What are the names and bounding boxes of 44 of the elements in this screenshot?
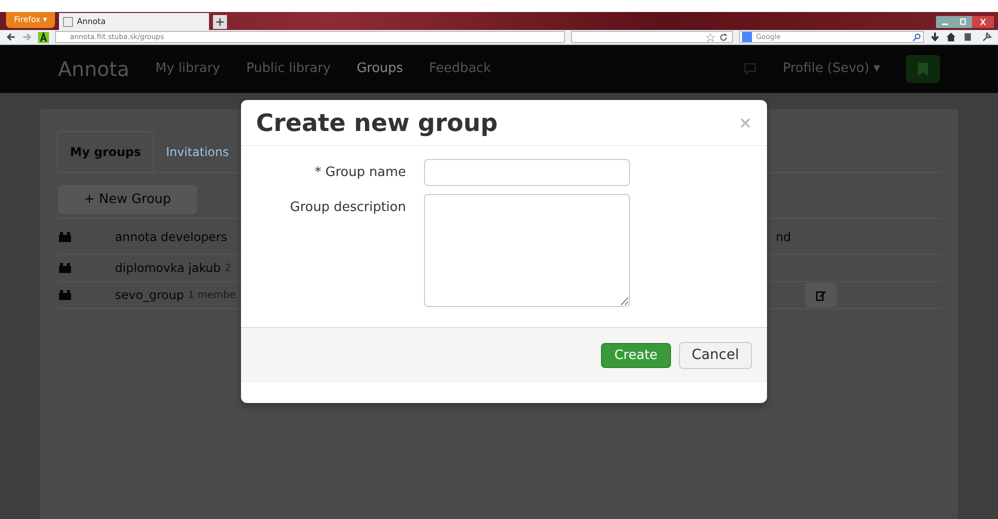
group-icon: [59, 290, 71, 300]
back-icon: [6, 32, 16, 42]
bookmark-button[interactable]: [906, 55, 940, 83]
group-name[interactable]: annota developers: [115, 228, 228, 246]
nav-link[interactable]: Feedback: [429, 59, 491, 79]
browser-tab[interactable]: Annota: [59, 13, 210, 30]
edit-icon: [816, 290, 826, 300]
brand-logo[interactable]: Annota: [58, 54, 130, 84]
browser-menu-button[interactable]: Firefox ▾: [6, 12, 56, 28]
field-label: * Group name: [314, 164, 406, 182]
tab[interactable]: Invitations: [154, 131, 241, 172]
nav-link[interactable]: Public library: [246, 59, 331, 79]
home-icon: [946, 32, 956, 42]
search-icon: [912, 32, 921, 42]
star-icon: [706, 32, 715, 42]
close-button[interactable]: ×: [738, 110, 752, 134]
new-group-button[interactable]: + New Group: [58, 185, 197, 214]
maximize-icon: [954, 16, 972, 28]
reload-icon: [719, 32, 728, 42]
create-button[interactable]: Create: [601, 343, 671, 368]
close-icon: [972, 16, 994, 28]
profile-menu[interactable]: Profile (Sevo) ▾: [782, 59, 880, 79]
forward-icon: [22, 32, 32, 42]
nav-link[interactable]: Groups: [356, 59, 404, 79]
group-name-input[interactable]: [424, 159, 630, 186]
group-description-textarea[interactable]: [424, 194, 630, 307]
download-icon: [930, 32, 940, 42]
edit-button[interactable]: [805, 283, 837, 307]
tab[interactable]: My groups: [57, 131, 154, 172]
group-icon: [59, 232, 71, 242]
group-name[interactable]: diplomovka jakub: [115, 259, 221, 277]
new-tab-icon: [213, 15, 228, 29]
nav-link[interactable]: My library: [155, 59, 220, 79]
chat-icon: [742, 63, 757, 75]
field-label: Group description: [289, 199, 406, 217]
minimize-icon: [936, 16, 954, 28]
site-icon: [38, 32, 49, 42]
bookmark-icon: [918, 62, 928, 76]
group-icon: [59, 263, 71, 273]
modal-title: Create new group: [256, 108, 498, 138]
google-icon: [742, 32, 752, 42]
group-name[interactable]: sevo_group: [115, 286, 184, 304]
table-cell-text: nd: [776, 228, 791, 246]
cancel-button[interactable]: Cancel: [678, 342, 752, 369]
